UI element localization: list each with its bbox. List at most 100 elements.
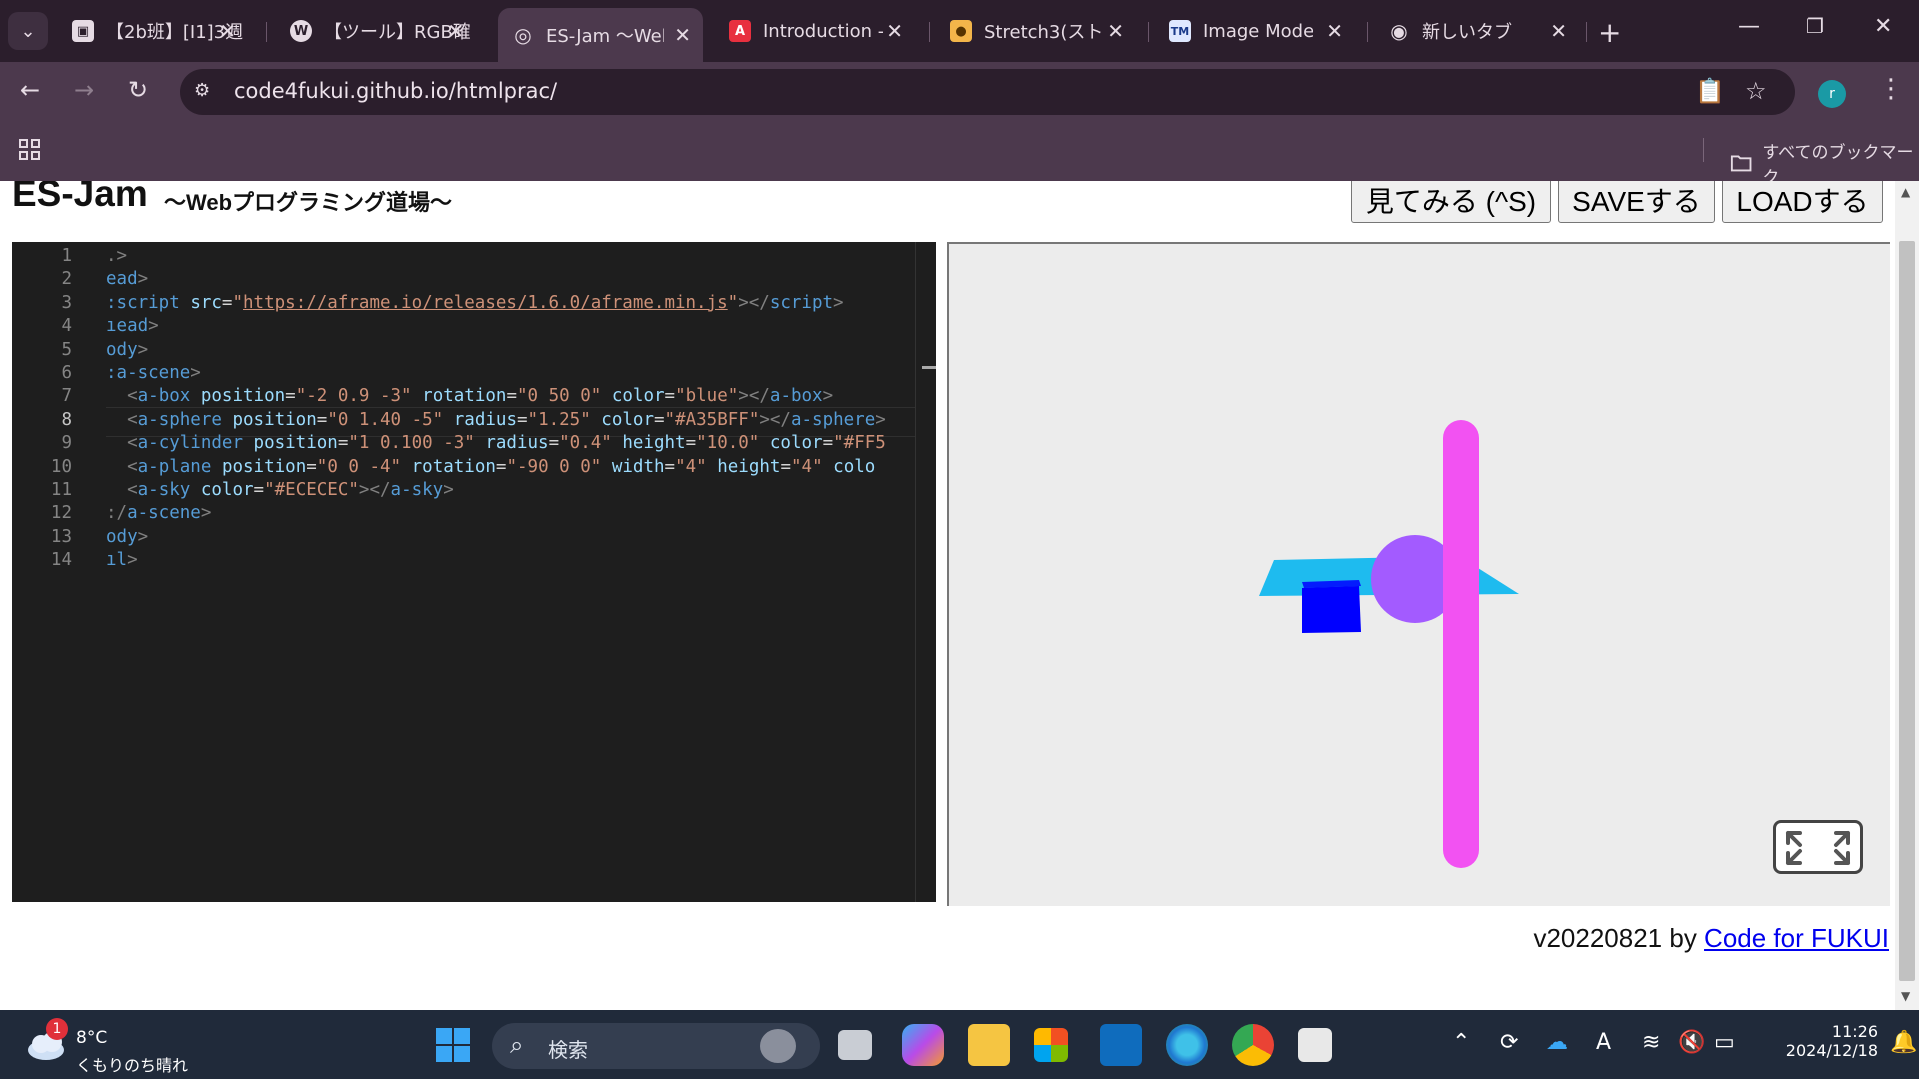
start-button[interactable]	[434, 1026, 472, 1064]
code-token: <	[127, 456, 138, 477]
code-line[interactable]: <a-box position="-2 0.9 -3" rotation="0 …	[106, 386, 833, 406]
code-token: src	[190, 292, 222, 313]
tab-classroom[interactable]: ▣ 【2b班】[I1]3週 ✕	[58, 8, 248, 54]
bookmark-star-icon[interactable]: ☆	[1745, 77, 1767, 105]
wifi-icon[interactable]: ≋	[1642, 1030, 1660, 1055]
line-number-gutter: 1 2 3 4 5 6 7 8 9 10 11 12 13 14	[12, 242, 92, 902]
scroll-up-icon[interactable]: ▲	[1901, 185, 1910, 199]
tab-image-model[interactable]: TM Image Model ✕	[1155, 8, 1355, 54]
battery-icon[interactable]: ▭	[1714, 1030, 1735, 1055]
code-token: color	[601, 409, 654, 430]
editor-scrollbar[interactable]	[915, 242, 936, 902]
tab-search-button[interactable]: ⌄	[8, 12, 48, 50]
code-editor[interactable]: 1 2 3 4 5 6 7 8 9 10 11 12 13 14 .> ead> :script src="h…	[12, 242, 927, 902]
aframe-preview[interactable]	[947, 242, 1890, 906]
code-line[interactable]: <a-plane position="0 0 -4" rotation="-90…	[106, 457, 875, 477]
code-line[interactable]: :script src="https://aframe.io/releases/…	[106, 293, 844, 313]
tab-new-tab[interactable]: ◉ 新しいタブ ✕	[1374, 8, 1579, 54]
code-line[interactable]: <a-sky color="#ECECEC"></a-sky>	[106, 480, 454, 500]
code-token: =	[253, 480, 265, 500]
save-button[interactable]: SAVEする	[1558, 181, 1715, 223]
notification-bell-icon[interactable]: 🔔	[1890, 1030, 1917, 1055]
code-token: "	[727, 292, 739, 313]
code-line[interactable]: ıl>	[106, 550, 138, 570]
taskbar-search[interactable]: ⌕ 検索	[492, 1023, 820, 1069]
address-bar[interactable]: ⚙ code4fukui.github.io/htmlprac/ 📋 ☆	[180, 69, 1795, 115]
page-scrollbar[interactable]: ▲ ▼	[1895, 181, 1919, 1010]
code-line[interactable]: ody>	[106, 527, 148, 547]
code-line[interactable]: :/a-scene>	[106, 503, 211, 523]
line-number: 2	[61, 269, 72, 290]
close-icon[interactable]: ✕	[1550, 19, 1567, 43]
url-text[interactable]: code4fukui.github.io/htmlprac/	[234, 79, 557, 103]
tab-rgb-tool[interactable]: W 【ツール】RGB確 ✕	[276, 8, 476, 54]
apps-grid-icon[interactable]	[18, 138, 42, 162]
clock[interactable]: 11:26 2024/12/18	[1760, 1022, 1878, 1060]
new-tab-button[interactable]: +	[1598, 16, 1621, 49]
close-icon[interactable]: ✕	[1326, 19, 1343, 43]
snipping-tool-icon[interactable]	[1298, 1028, 1332, 1062]
close-icon[interactable]: ✕	[219, 19, 236, 43]
scroll-thumb[interactable]	[1899, 241, 1915, 981]
tab-divider	[1586, 22, 1587, 42]
fullscreen-icon	[1786, 831, 1850, 865]
code-line[interactable]: ıead>	[106, 316, 159, 336]
close-icon[interactable]: ✕	[674, 23, 691, 47]
code-token: "-90 0 0"	[506, 456, 602, 477]
tray-overflow-icon[interactable]: ⌃	[1452, 1030, 1470, 1055]
code-line[interactable]: <a-sphere position="0 1.40 -5" radius="1…	[106, 410, 886, 430]
task-view-icon[interactable]	[838, 1030, 872, 1060]
tab-es-jam[interactable]: ◎ ES-Jam 〜Web ✕	[498, 8, 703, 62]
code-token: :/	[106, 503, 128, 524]
code-token: :script	[106, 292, 180, 313]
close-icon[interactable]: ✕	[1107, 19, 1124, 43]
clipboard-icon[interactable]: 📋	[1695, 77, 1725, 105]
vr-fullscreen-button[interactable]	[1773, 820, 1863, 874]
view-button[interactable]: 見てみる (^S)	[1351, 181, 1551, 223]
code-token: ody	[106, 339, 138, 360]
scene-canvas[interactable]	[949, 244, 1890, 906]
minimize-button[interactable]: —	[1738, 14, 1760, 39]
code-for-fukui-link[interactable]: Code for FUKUI	[1704, 923, 1889, 953]
tab-stretch3[interactable]: ● Stretch3(ストレ ✕	[936, 8, 1136, 54]
store-icon[interactable]	[1034, 1028, 1068, 1062]
onedrive-icon[interactable]: ☁	[1546, 1030, 1568, 1055]
more-menu-icon[interactable]: ⋮	[1878, 74, 1904, 104]
copilot-icon[interactable]	[902, 1024, 944, 1066]
ime-icon[interactable]: A	[1596, 1030, 1611, 1055]
code-token: a-box	[769, 386, 823, 407]
search-icon: ⌕	[510, 1031, 524, 1059]
code-line[interactable]: ead>	[106, 269, 148, 289]
code-line[interactable]: <a-cylinder position="1 0.100 -3" radius…	[106, 433, 886, 453]
chevron-down-icon: ⌄	[20, 20, 36, 42]
edge-icon[interactable]	[1166, 1024, 1208, 1066]
site-settings-icon[interactable]: ⚙	[194, 80, 218, 104]
code-token: width	[611, 456, 665, 477]
code-token: ıl	[106, 550, 128, 571]
chrome-taskbar-icon[interactable]	[1232, 1024, 1274, 1066]
volume-muted-icon[interactable]: 🔇	[1678, 1030, 1705, 1055]
outlook-icon[interactable]	[1100, 1024, 1142, 1066]
close-icon[interactable]: ✕	[886, 19, 903, 43]
close-icon[interactable]: ✕	[447, 19, 464, 43]
sync-icon[interactable]: ⟳	[1500, 1030, 1518, 1055]
tab-introduction[interactable]: A Introduction - ✕	[715, 8, 915, 54]
chrome-icon: ◉	[1390, 19, 1408, 43]
back-button[interactable]: ←	[20, 76, 40, 104]
code-line[interactable]: .>	[106, 246, 127, 266]
code-token: "#A35BFF"	[664, 409, 760, 430]
window-close-button[interactable]: ✕	[1874, 14, 1892, 39]
forward-button[interactable]: →	[74, 76, 94, 104]
code-line[interactable]: :a-scene>	[106, 363, 201, 383]
code-line[interactable]: ody>	[106, 340, 148, 360]
file-explorer-icon[interactable]	[968, 1024, 1010, 1066]
profile-avatar[interactable]: r	[1818, 80, 1846, 108]
reload-button[interactable]: ↻	[128, 76, 148, 104]
load-button[interactable]: LOADする	[1722, 181, 1883, 223]
scroll-down-icon[interactable]: ▼	[1901, 989, 1910, 1003]
code-token: =	[653, 409, 665, 430]
code-token: >	[200, 503, 212, 524]
restore-button[interactable]: ❐	[1806, 14, 1824, 38]
